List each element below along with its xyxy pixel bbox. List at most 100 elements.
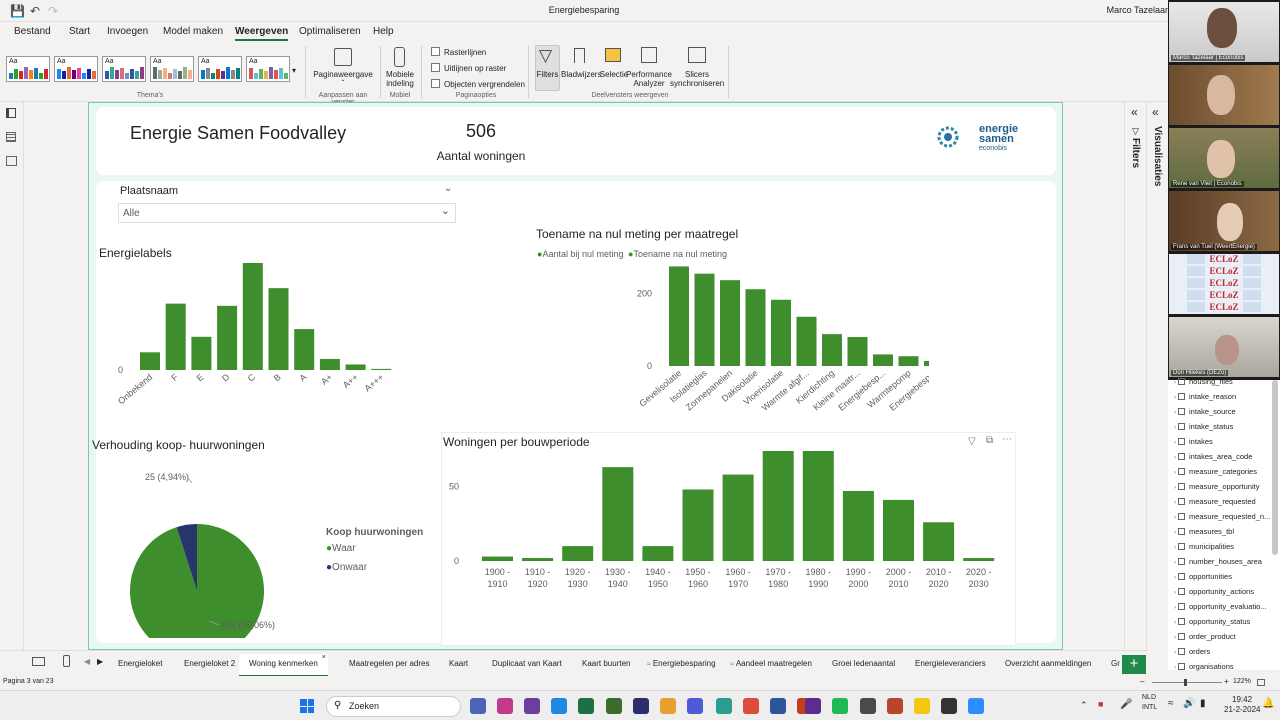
- performance-analyzer-button-line1[interactable]: Performance: [626, 70, 672, 79]
- bar[interactable]: [873, 354, 893, 366]
- tab-energiebesparing[interactable]: ≈ Energiebesparing: [647, 659, 716, 668]
- volume-icon[interactable]: 🔊: [1183, 698, 1195, 709]
- report-view-icon[interactable]: [6, 108, 16, 118]
- tab-woning-kenmerken[interactable]: Woning kenmerken ×: [239, 654, 328, 678]
- bar[interactable]: [822, 334, 842, 366]
- bar[interactable]: [720, 280, 740, 366]
- mobile-layout-icon[interactable]: [63, 655, 70, 667]
- tab-maatregelen-per-adres[interactable]: Maatregelen per adres: [349, 659, 430, 668]
- excel-icon[interactable]: [578, 698, 594, 714]
- field-table-item[interactable]: › intake_source: [1174, 407, 1236, 416]
- tray-chevron-icon[interactable]: ⌃: [1080, 700, 1088, 711]
- bar[interactable]: [371, 368, 392, 370]
- bar[interactable]: [923, 522, 955, 561]
- performance-analyzer-button-line2[interactable]: Analyzer: [626, 79, 672, 88]
- bar[interactable]: [722, 474, 754, 561]
- expand-filters-icon[interactable]: «: [1131, 105, 1138, 119]
- menu-optimaliseren[interactable]: Optimaliseren: [299, 26, 361, 37]
- notification-icon[interactable]: 🔔: [1262, 698, 1274, 709]
- field-table-item[interactable]: › organisations: [1174, 662, 1234, 671]
- tab-aandeel-maatregelen[interactable]: ≈ Aandeel maatregelen: [730, 659, 812, 668]
- field-table-item[interactable]: › opportunity_actions: [1174, 587, 1254, 596]
- bar[interactable]: [140, 352, 160, 370]
- visualizations-pane-collapsed[interactable]: « Visualisaties: [1146, 102, 1168, 650]
- slicer-dropdown[interactable]: Alle ⌄: [118, 203, 456, 223]
- participant-tile[interactable]: ECLoZ ECLoZ ECLoZ ECLoZ ECLoZ: [1169, 254, 1279, 314]
- bar[interactable]: [898, 356, 919, 366]
- theme-swatch[interactable]: Aa: [54, 56, 98, 82]
- bar[interactable]: [268, 288, 289, 370]
- tab-energieloket[interactable]: Energieloket: [118, 659, 162, 668]
- bar[interactable]: [165, 303, 186, 370]
- selection-button[interactable]: Selectie: [599, 70, 629, 79]
- field-table-item[interactable]: › measure_categories: [1174, 467, 1257, 476]
- desktop-layout-icon[interactable]: [32, 657, 45, 666]
- bar[interactable]: [682, 489, 714, 561]
- power-bi-icon[interactable]: [914, 698, 930, 714]
- theme-more-icon[interactable]: ▾: [292, 66, 296, 75]
- participant-tile[interactable]: [1169, 65, 1279, 125]
- edge-icon[interactable]: [716, 698, 732, 714]
- bar[interactable]: [345, 364, 366, 370]
- bar[interactable]: [694, 273, 715, 366]
- model-view-icon[interactable]: [6, 156, 17, 166]
- language-line2[interactable]: INTL: [1142, 704, 1157, 711]
- field-table-item[interactable]: › measure_requested_n...: [1174, 512, 1270, 521]
- bar[interactable]: [762, 451, 794, 561]
- bar[interactable]: [847, 337, 868, 366]
- tray-app-icon[interactable]: ■: [1098, 699, 1103, 709]
- task-view-icon[interactable]: [470, 698, 486, 714]
- field-table-item[interactable]: › intakes: [1174, 437, 1213, 446]
- bar[interactable]: [562, 546, 594, 561]
- bar[interactable]: [522, 558, 554, 561]
- terminal-icon[interactable]: [941, 698, 957, 714]
- expand-visualizations-icon[interactable]: «: [1152, 105, 1159, 119]
- field-table-item[interactable]: › measure_requested: [1174, 497, 1256, 506]
- app-icon[interactable]: [497, 698, 513, 714]
- app-icon[interactable]: [805, 698, 821, 714]
- field-table-item[interactable]: › number_houses_area: [1174, 557, 1262, 566]
- taskbar-search[interactable]: ⚲ Zoeken: [326, 696, 461, 717]
- participant-tile[interactable]: Rene van Vliet | Econobis: [1169, 128, 1279, 188]
- bar[interactable]: [482, 556, 513, 561]
- app-icon[interactable]: [606, 698, 622, 714]
- focus-mode-icon[interactable]: ⧉: [986, 435, 993, 446]
- teams-icon[interactable]: [687, 698, 703, 714]
- theme-swatch[interactable]: Aa: [6, 56, 50, 82]
- participant-tile[interactable]: Marco Tazelaar | Econobis: [1169, 2, 1279, 62]
- app-icon[interactable]: [524, 698, 540, 714]
- tab-scroll-right-icon[interactable]: ▶: [97, 657, 103, 666]
- fields-scrollbar[interactable]: [1272, 380, 1278, 555]
- zoom-in-icon[interactable]: +: [1224, 677, 1229, 686]
- field-table-item[interactable]: › measures_tbl: [1174, 527, 1234, 536]
- spotify-icon[interactable]: [832, 698, 848, 714]
- field-table-item[interactable]: › intake_reason: [1174, 392, 1236, 401]
- tab-duplicaat-van-kaart[interactable]: Duplicaat van Kaart: [492, 659, 562, 668]
- menu-invoegen[interactable]: Invoegen: [107, 26, 148, 37]
- app-icon[interactable]: [887, 698, 903, 714]
- field-table-item[interactable]: › opportunity_evaluatio...: [1174, 602, 1267, 611]
- tab-groei-ledenaantal[interactable]: Groei ledenaantal: [832, 659, 895, 668]
- clock-date[interactable]: 21-2-2024: [1224, 705, 1260, 714]
- participant-tile[interactable]: Don Hilekes (DEZo): [1169, 317, 1279, 377]
- bookmarks-button[interactable]: Bladwijzers: [561, 70, 601, 79]
- sync-slicers-button-line2[interactable]: synchroniseren: [670, 79, 724, 88]
- app-icon[interactable]: [551, 698, 567, 714]
- tab-scroll-left-icon[interactable]: ◀: [84, 657, 90, 666]
- participant-tile[interactable]: Frans van Tuel (WeertEnergie): [1169, 191, 1279, 251]
- bar[interactable]: [217, 305, 238, 370]
- menu-start[interactable]: Start: [69, 26, 90, 37]
- zoom-slider-thumb[interactable]: [1184, 679, 1187, 686]
- bar[interactable]: [745, 289, 766, 366]
- app-icon[interactable]: [633, 698, 649, 714]
- tab-energieleveranciers[interactable]: Energieleveranciers: [915, 659, 986, 668]
- add-page-button[interactable]: +: [1122, 655, 1146, 674]
- mobile-layout-button-line1[interactable]: Mobiele: [382, 70, 418, 79]
- menu-bestand[interactable]: Bestand: [14, 26, 51, 37]
- menu-weergeven[interactable]: Weergeven: [235, 26, 289, 41]
- tab-energieloket-2[interactable]: Energieloket 2: [184, 659, 235, 668]
- windows-start-icon[interactable]: [300, 699, 314, 713]
- field-table-item[interactable]: › intake_status: [1174, 422, 1233, 431]
- microphone-icon[interactable]: 🎤: [1120, 699, 1132, 710]
- filters-pane-collapsed[interactable]: « ▽ Filters: [1124, 102, 1146, 650]
